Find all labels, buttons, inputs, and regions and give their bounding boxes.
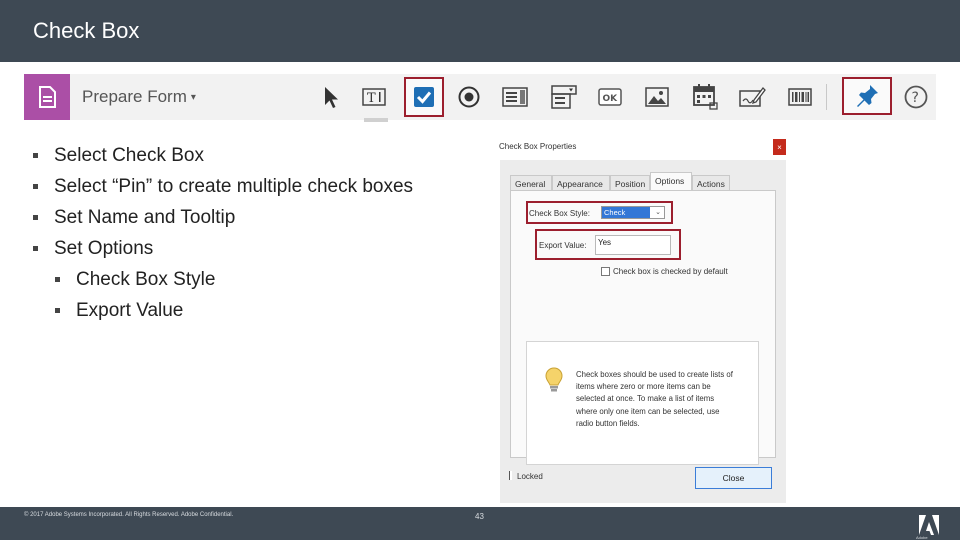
- check-box-style-highlight: Check Box Style: Check ⌄: [526, 201, 673, 224]
- locked-label: Locked: [517, 472, 543, 481]
- signature-icon: [739, 87, 766, 107]
- sub-bullet-item: Export Value: [30, 297, 490, 328]
- prepare-form-toolbar: Prepare Form ▾ T OK ?: [24, 74, 936, 122]
- pin-tool[interactable]: [842, 77, 892, 115]
- dropdown-tool[interactable]: [548, 81, 580, 113]
- prepare-form-menu[interactable]: Prepare Form ▾: [82, 87, 196, 107]
- dialog-close-button[interactable]: ×: [773, 139, 786, 155]
- sub-bullet-item: Check Box Style: [30, 266, 490, 297]
- svg-text:T: T: [367, 91, 376, 106]
- bullet-text: Set Options: [54, 238, 154, 259]
- slide-title: Check Box: [33, 18, 140, 43]
- bullet-marker: [33, 246, 38, 251]
- bullet-marker: [55, 277, 60, 282]
- bullet-marker: [33, 184, 38, 189]
- dialog-title: Check Box Properties: [499, 142, 577, 151]
- check-box-style-value: Check: [602, 207, 650, 218]
- tool-indicator: [364, 118, 388, 122]
- export-value-highlight: Export Value: Yes: [535, 229, 681, 260]
- pin-icon: [857, 85, 878, 107]
- copyright-text: © 2017 Adobe Systems Incorporated. All R…: [24, 512, 234, 518]
- bullet-item: Select Check Box: [30, 142, 490, 173]
- prepare-form-label: Prepare Form: [82, 87, 187, 106]
- text-field-tool[interactable]: T: [358, 81, 390, 113]
- image-icon: [645, 87, 669, 107]
- tab-options[interactable]: Options: [650, 172, 692, 191]
- check-box-icon: [414, 87, 434, 107]
- header-bar: Check Box: [0, 0, 960, 62]
- bullet-marker: [33, 153, 38, 158]
- checked-by-default-checkbox[interactable]: [601, 267, 610, 276]
- radio-button-icon: [458, 86, 480, 108]
- bullet-text: Export Value: [76, 300, 184, 321]
- check-box-tool[interactable]: [404, 77, 444, 117]
- locked-checkbox[interactable]: [509, 471, 512, 480]
- footer-bar: © 2017 Adobe Systems Incorporated. All R…: [0, 507, 960, 540]
- tab-actions[interactable]: Actions: [692, 175, 730, 191]
- help-tool[interactable]: ?: [900, 81, 932, 113]
- slide: Check Box Prepare Form ▾ T OK ? Select C…: [0, 0, 960, 540]
- text-field-icon: T: [362, 88, 386, 106]
- signature-tool[interactable]: [736, 81, 768, 113]
- prepare-form-icon[interactable]: [24, 74, 70, 120]
- bullet-marker: [33, 215, 38, 220]
- export-value-label: Export Value:: [539, 241, 587, 250]
- date-field-icon: [693, 84, 718, 110]
- bullet-item: Set Name and Tooltip: [30, 204, 490, 235]
- bullet-text: Set Name and Tooltip: [54, 207, 236, 228]
- bullet-item: Select “Pin” to create multiple check bo…: [30, 173, 490, 204]
- bullet-item: Set Options: [30, 235, 490, 266]
- check-box-properties-dialog: Check Box Properties × General Appearanc…: [497, 137, 788, 505]
- list-box-tool[interactable]: [499, 81, 531, 113]
- help-icon: ?: [904, 85, 928, 109]
- bullet-list: Select Check Box Select “Pin” to create …: [30, 142, 490, 328]
- bullet-text: Select “Pin” to create multiple check bo…: [54, 176, 414, 197]
- tab-general[interactable]: General: [510, 175, 552, 191]
- info-box: Check boxes should be used to create lis…: [526, 341, 759, 465]
- bullet-text: Select Check Box: [54, 145, 204, 166]
- page-number: 43: [475, 512, 484, 521]
- button-icon: OK: [598, 88, 622, 106]
- export-value-input[interactable]: Yes: [595, 235, 671, 255]
- chevron-down-icon: ▾: [190, 92, 196, 103]
- dialog-body: General Appearance Position Options Acti…: [500, 160, 786, 503]
- bullet-marker: [55, 308, 60, 313]
- image-tool[interactable]: [641, 81, 673, 113]
- tab-appearance[interactable]: Appearance: [552, 175, 610, 191]
- barcode-tool[interactable]: [784, 81, 816, 113]
- options-panel: Check Box Style: Check ⌄ Export Value: Y…: [510, 190, 776, 465]
- info-text: Check boxes should be used to create lis…: [576, 370, 733, 428]
- button-tool-label: OK: [603, 94, 619, 104]
- radio-button-tool[interactable]: [453, 81, 485, 113]
- dropdown-icon: [551, 85, 577, 109]
- check-box-style-label: Check Box Style:: [529, 209, 590, 218]
- bullet-text: Check Box Style: [76, 269, 216, 290]
- chevron-down-icon: ⌄: [655, 209, 661, 216]
- toolbar-divider: [826, 84, 827, 110]
- adobe-logo-text: Adobe: [916, 535, 928, 540]
- select-arrow-icon: [325, 87, 338, 108]
- list-box-icon: [502, 87, 528, 107]
- tab-position[interactable]: Position: [610, 175, 650, 191]
- svg-text:?: ?: [912, 90, 919, 106]
- button-tool[interactable]: OK: [594, 81, 626, 113]
- close-button[interactable]: Close: [695, 467, 772, 489]
- check-box-style-select[interactable]: Check ⌄: [601, 206, 665, 219]
- barcode-icon: [788, 88, 812, 106]
- date-field-tool[interactable]: [689, 81, 721, 113]
- adobe-logo-icon: [919, 515, 939, 535]
- lightbulb-icon: [545, 367, 563, 392]
- select-arrow-tool[interactable]: [315, 81, 347, 113]
- checked-by-default-label: Check box is checked by default: [613, 267, 728, 276]
